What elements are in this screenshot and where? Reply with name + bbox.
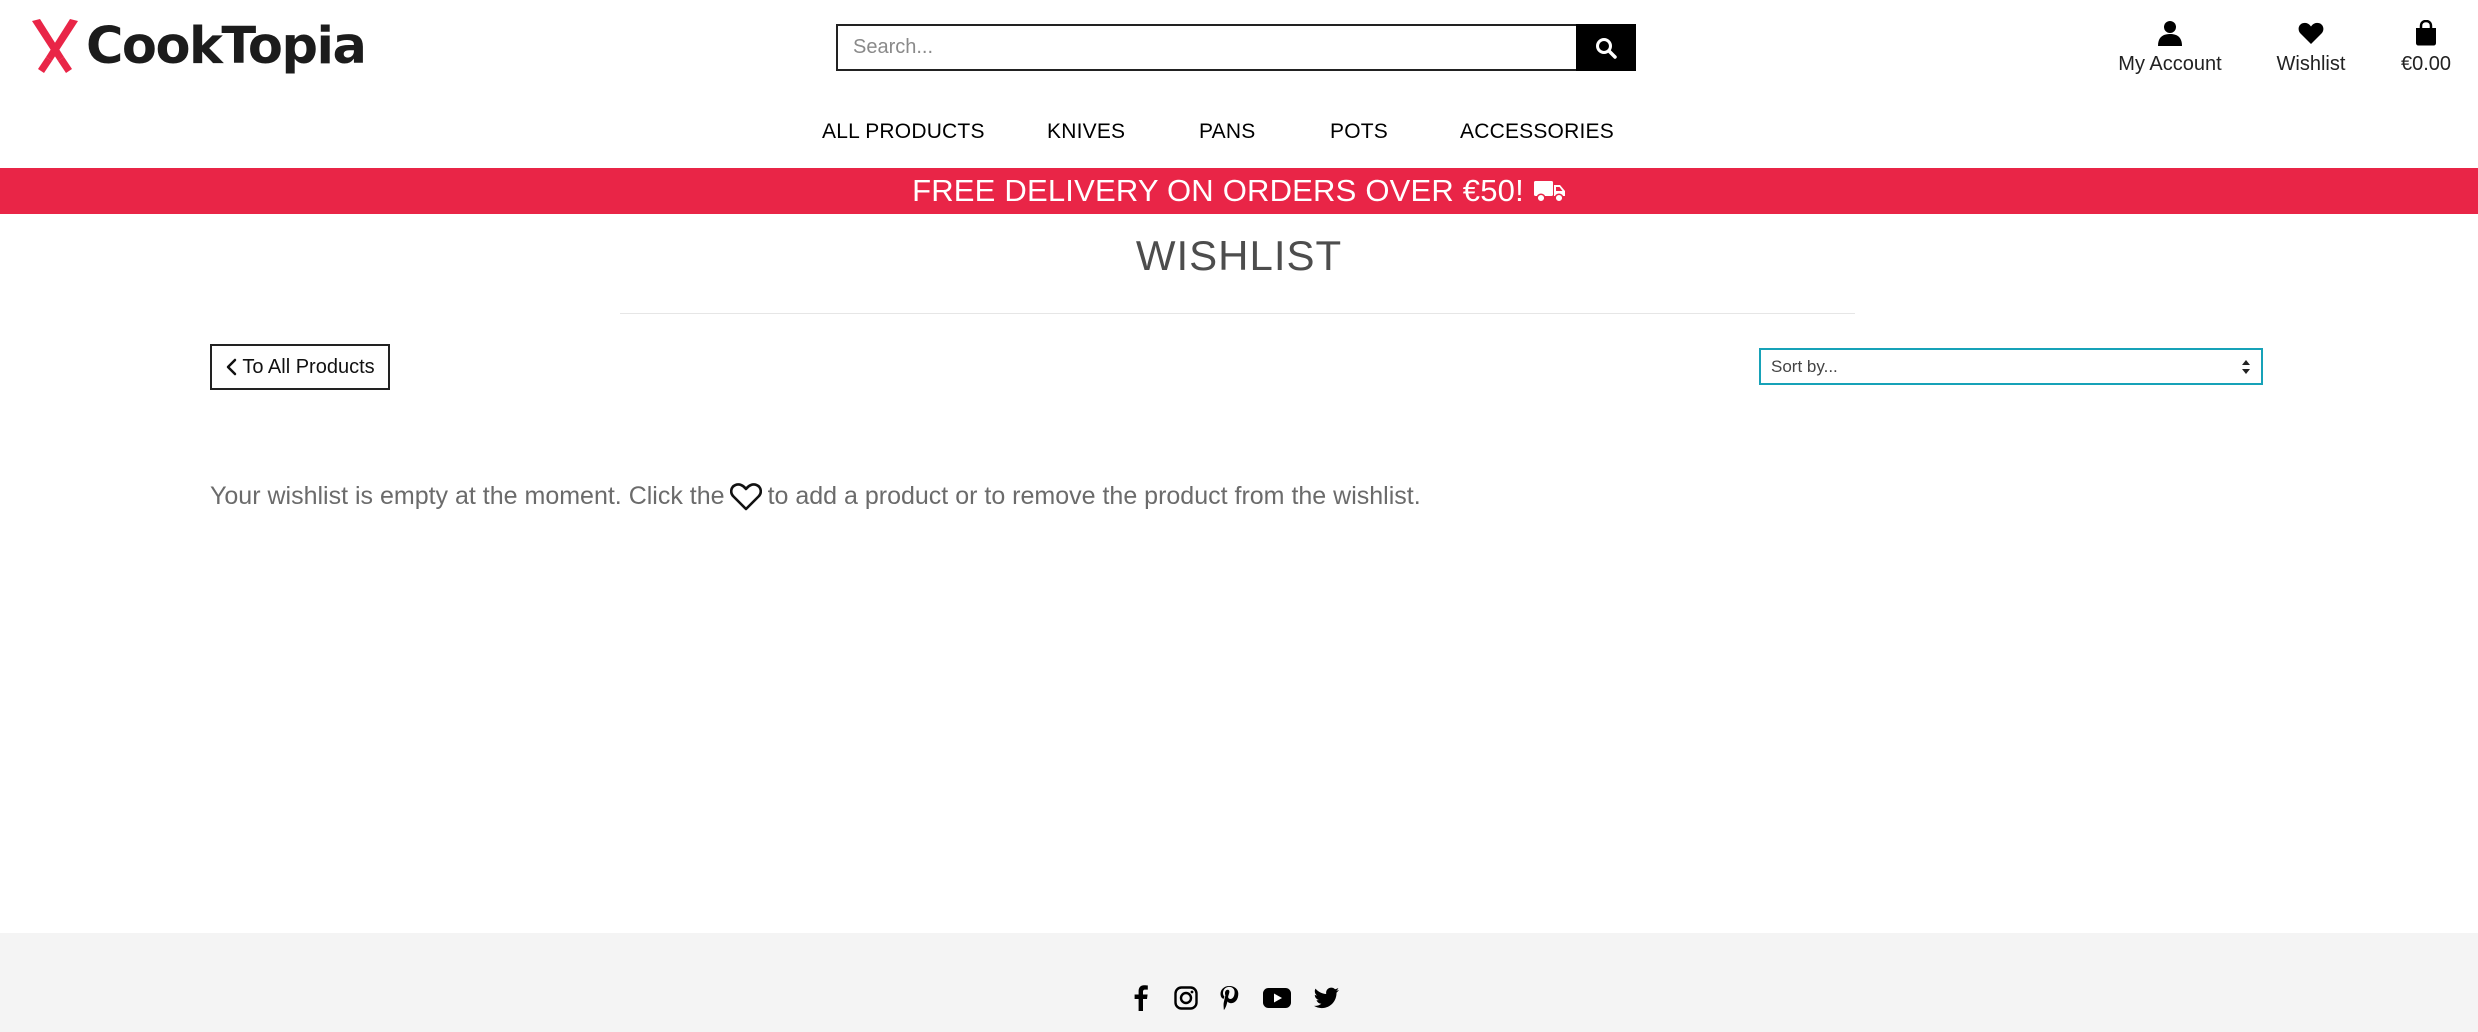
shopping-bag-link[interactable]: €0.00 [2394, 16, 2458, 78]
banner-text: FREE DELIVERY ON ORDERS OVER €50! [912, 173, 1524, 208]
my-account-label: My Account [2118, 53, 2222, 75]
bag-total: €0.00 [2400, 53, 2452, 75]
sort-select[interactable]: Sort by... [1759, 348, 2263, 385]
user-icon [2158, 21, 2182, 46]
social-links [0, 983, 2478, 1013]
crossed-knives-icon [32, 19, 78, 73]
logo[interactable]: CookTopia [28, 16, 367, 76]
back-to-products-button[interactable]: To All Products [210, 344, 390, 390]
delivery-banner: FREE DELIVERY ON ORDERS OVER €50! [0, 168, 2478, 214]
nav-accessories[interactable]: ACCESSORIES [1460, 120, 1614, 144]
search-button[interactable] [1576, 24, 1636, 71]
search-bar [836, 24, 1636, 71]
twitter-icon[interactable] [1313, 983, 1341, 1013]
search-input[interactable] [836, 24, 1576, 71]
youtube-icon[interactable] [1262, 983, 1292, 1013]
wishlist-link[interactable]: Wishlist [2270, 16, 2352, 78]
logo-text: CookTopia [86, 16, 367, 76]
nav-all-products[interactable]: ALL PRODUCTS [822, 120, 985, 144]
empty-message-after: to add a product or to remove the produc… [767, 482, 1421, 510]
sort-selected-value: Sort by... [1771, 356, 1838, 376]
pinterest-icon[interactable] [1216, 983, 1242, 1013]
page-title: WISHLIST [1135, 232, 1343, 279]
heart-outline-icon [729, 482, 762, 511]
nav-pans[interactable]: PANS [1199, 120, 1255, 144]
empty-message-before: Your wishlist is empty at the moment. Cl… [210, 482, 725, 510]
back-button-label: To All Products [242, 355, 375, 378]
main-nav: ALL PRODUCTS KNIVES PANS POTS ACCESSORIE… [0, 120, 2478, 150]
nav-knives[interactable]: KNIVES [1047, 120, 1125, 144]
chevron-left-icon [225, 358, 237, 376]
facebook-icon[interactable] [1130, 983, 1152, 1013]
sort-arrows-icon [2241, 359, 2251, 375]
shopping-bag-icon [2416, 20, 2436, 46]
heart-filled-icon [2298, 22, 2324, 44]
wishlist-label: Wishlist [2276, 53, 2346, 75]
search-icon [1596, 37, 1617, 59]
title-divider [620, 313, 1855, 314]
instagram-icon[interactable] [1172, 983, 1200, 1013]
nav-pots[interactable]: POTS [1330, 120, 1388, 144]
empty-wishlist-message: Your wishlist is empty at the moment. Cl… [210, 482, 1421, 511]
truck-icon [1533, 179, 1566, 203]
my-account-link[interactable]: My Account [2112, 16, 2228, 78]
